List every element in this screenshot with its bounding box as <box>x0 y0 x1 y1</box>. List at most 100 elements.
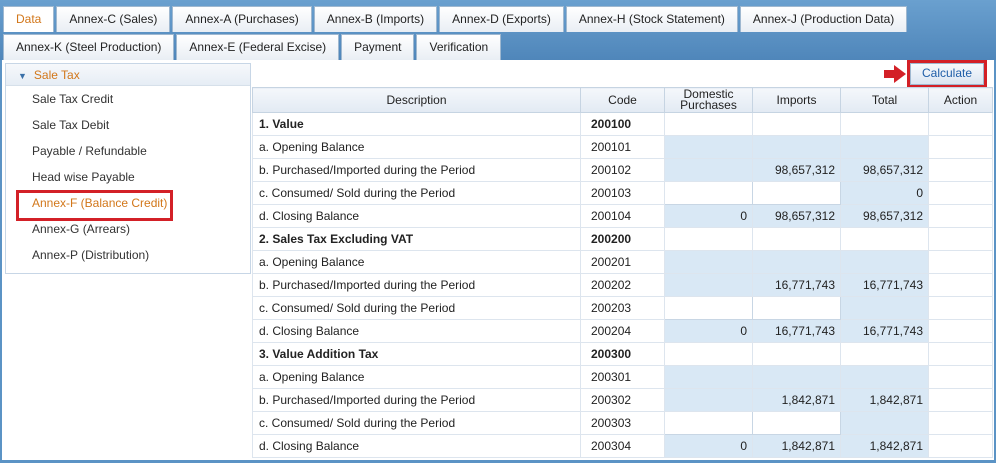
sidebar-item-annex-g-arrears[interactable]: Annex-G (Arrears) <box>6 216 250 242</box>
domestic-purchases-field[interactable] <box>664 250 753 274</box>
cell-description: 3. Value Addition Tax <box>252 342 581 366</box>
balance-credit-table: Description Code Domestic Purchases Impor… <box>252 87 993 458</box>
table-row: b. Purchased/Imported during the Period 2… <box>252 388 993 412</box>
total-field <box>840 296 929 320</box>
cell-action <box>928 365 993 389</box>
table-row: c. Consumed/ Sold during the Period 20010… <box>252 181 993 205</box>
imports-field[interactable]: 1,842,871 <box>752 388 841 412</box>
cell-action <box>928 319 993 343</box>
sidebar-item-annex-f-balance-credit[interactable]: Annex-F (Balance Credit) <box>6 190 250 216</box>
tab-bar: Data Annex-C (Sales) Annex-A (Purchases) An… <box>0 0 996 60</box>
col-header-domestic-purchases: Domestic Purchases <box>664 87 753 113</box>
imports-field[interactable]: 1,842,871 <box>752 434 841 458</box>
domestic-purchases-field[interactable]: 0 <box>664 204 753 228</box>
cell-total <box>840 342 929 366</box>
tab-annex-d-exports[interactable]: Annex-D (Exports) <box>439 6 564 32</box>
tab-payment[interactable]: Payment <box>341 34 415 60</box>
cell-code: 200204 <box>580 319 665 343</box>
tab-verification[interactable]: Verification <box>416 34 502 60</box>
tab-annex-k-steel-production[interactable]: Annex-K (Steel Production) <box>3 34 175 60</box>
domestic-purchases-field[interactable] <box>664 388 753 412</box>
table-group-row: 1. Value 200100 <box>252 112 993 136</box>
table-row: d. Closing Balance 200104 0 98,657,312 98,65… <box>252 204 993 228</box>
tab-annex-a-purchases[interactable]: Annex-A (Purchases) <box>172 6 312 32</box>
domestic-purchases-field[interactable] <box>664 181 753 205</box>
cell-description: a. Opening Balance <box>252 250 581 274</box>
domestic-purchases-field[interactable] <box>664 135 753 159</box>
cell-action <box>928 273 993 297</box>
sidebar-item-payable-refundable[interactable]: Payable / Refundable <box>6 138 250 164</box>
cell-description: d. Closing Balance <box>252 319 581 343</box>
table-group-row: 3. Value Addition Tax 200300 <box>252 342 993 366</box>
col-header-action: Action <box>928 87 993 113</box>
tab-annex-e-federal-excise[interactable]: Annex-E (Federal Excise) <box>176 34 340 60</box>
sidebar-item-sale-tax-debit[interactable]: Sale Tax Debit <box>6 112 250 138</box>
table-row: d. Closing Balance 200304 0 1,842,871 1,842,… <box>252 434 993 458</box>
imports-field[interactable] <box>752 250 841 274</box>
tab-data[interactable]: Data <box>3 6 55 32</box>
col-header-total: Total <box>840 87 929 113</box>
cell-code: 200300 <box>580 342 665 366</box>
imports-field[interactable] <box>752 365 841 389</box>
table-body: 1. Value 200100 a. Opening Balance 200101 b.… <box>252 112 993 458</box>
cell-action <box>928 388 993 412</box>
cell-code: 200203 <box>580 296 665 320</box>
cell-description: d. Closing Balance <box>252 434 581 458</box>
sidebar-item-sale-tax-credit[interactable]: Sale Tax Credit <box>6 86 250 112</box>
tab-annex-c-sales[interactable]: Annex-C (Sales) <box>56 6 171 32</box>
cell-code: 200301 <box>580 365 665 389</box>
imports-field[interactable]: 16,771,743 <box>752 273 841 297</box>
cell-action <box>928 250 993 274</box>
table-group-row: 2. Sales Tax Excluding VAT 200200 <box>252 227 993 251</box>
cell-action <box>928 204 993 228</box>
cell-domestic <box>664 112 753 136</box>
sidebar: ▼ Sale Tax Sale Tax Credit Sale Tax Debit P… <box>5 63 251 274</box>
calculate-button[interactable]: Calculate <box>910 63 984 85</box>
sidebar-header-sale-tax[interactable]: ▼ Sale Tax <box>6 64 250 86</box>
cell-description: 1. Value <box>252 112 581 136</box>
imports-field[interactable]: 16,771,743 <box>752 319 841 343</box>
imports-field[interactable] <box>752 411 841 435</box>
cell-code: 200104 <box>580 204 665 228</box>
total-field <box>840 135 929 159</box>
sidebar-item-head-wise-payable[interactable]: Head wise Payable <box>6 164 250 190</box>
imports-field[interactable] <box>752 135 841 159</box>
imports-field[interactable]: 98,657,312 <box>752 158 841 182</box>
imports-field[interactable] <box>752 296 841 320</box>
arrow-right-icon <box>884 65 906 83</box>
domestic-purchases-field[interactable] <box>664 365 753 389</box>
cell-description: d. Closing Balance <box>252 204 581 228</box>
cell-total <box>840 112 929 136</box>
domestic-purchases-field[interactable] <box>664 273 753 297</box>
cell-imports <box>752 112 841 136</box>
table-row: c. Consumed/ Sold during the Period 20030… <box>252 411 993 435</box>
cell-code: 200101 <box>580 135 665 159</box>
imports-field[interactable] <box>752 181 841 205</box>
sidebar-item-annex-p-distribution[interactable]: Annex-P (Distribution) <box>6 242 250 268</box>
cell-description: c. Consumed/ Sold during the Period <box>252 411 581 435</box>
cell-imports <box>752 227 841 251</box>
cell-code: 200302 <box>580 388 665 412</box>
table-row: c. Consumed/ Sold during the Period 20020… <box>252 296 993 320</box>
total-field: 98,657,312 <box>840 158 929 182</box>
tab-annex-j-production-data[interactable]: Annex-J (Production Data) <box>739 6 908 32</box>
cell-action <box>928 342 993 366</box>
cell-action <box>928 411 993 435</box>
table-row: a. Opening Balance 200301 <box>252 365 993 389</box>
cell-action <box>928 227 993 251</box>
domestic-purchases-field[interactable]: 0 <box>664 434 753 458</box>
tab-annex-b-imports[interactable]: Annex-B (Imports) <box>313 6 438 32</box>
imports-field[interactable]: 98,657,312 <box>752 204 841 228</box>
domestic-purchases-field[interactable] <box>664 296 753 320</box>
cell-description: a. Opening Balance <box>252 365 581 389</box>
cell-code: 200103 <box>580 181 665 205</box>
cell-code: 200303 <box>580 411 665 435</box>
tab-row-1: Data Annex-C (Sales) Annex-A (Purchases) An… <box>3 6 909 32</box>
domestic-purchases-field[interactable] <box>664 158 753 182</box>
domestic-purchases-field[interactable]: 0 <box>664 319 753 343</box>
cell-description: c. Consumed/ Sold during the Period <box>252 181 581 205</box>
sidebar-header-label: Sale Tax <box>33 68 80 82</box>
tab-annex-h-stock-statement[interactable]: Annex-H (Stock Statement) <box>565 6 738 32</box>
domestic-purchases-field[interactable] <box>664 411 753 435</box>
caret-down-icon: ▼ <box>18 71 27 81</box>
